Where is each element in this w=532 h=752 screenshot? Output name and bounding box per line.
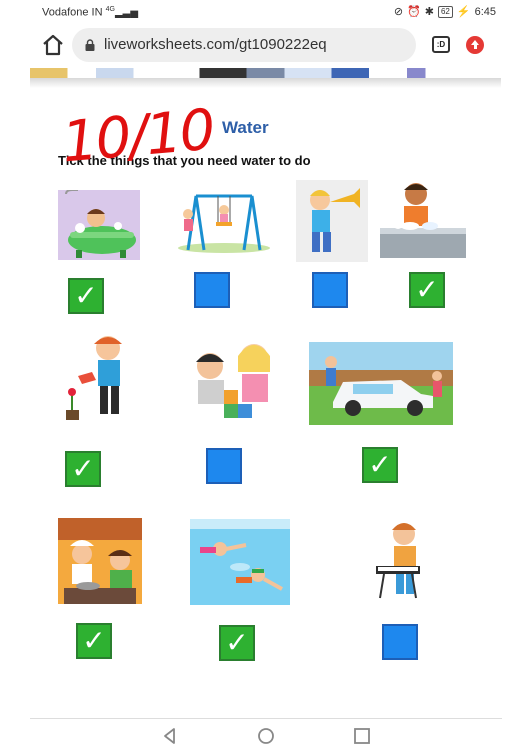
checkmark-icon: ✓	[368, 448, 392, 481]
keyboard-picture	[370, 518, 436, 604]
recents-icon[interactable]	[352, 726, 372, 746]
battery-icon: 62	[437, 5, 453, 18]
charging-icon: ⚡	[456, 6, 471, 18]
checkmark-icon: ✓	[71, 452, 95, 485]
checkbox-swimming[interactable]: ✓	[219, 625, 255, 661]
status-bar: Vodafone IN 4G▂▃▅ ⊘ ⏰ ✱ 62 ⚡ 6:45	[0, 0, 532, 24]
trumpet-picture	[296, 180, 368, 262]
lock-icon	[85, 39, 95, 51]
bluetooth-icon: ✱	[424, 6, 434, 18]
checkbox-bathing[interactable]: ✓	[68, 278, 104, 314]
browser-toolbar: liveworksheets.com/gt1090222eq :D	[0, 24, 532, 68]
swimming-picture	[190, 519, 290, 605]
cooking-picture	[58, 518, 142, 604]
page-title: Water	[222, 118, 269, 137]
car-washing-picture	[309, 342, 453, 425]
data-saver-icon: ⊘	[393, 6, 404, 18]
checkbox-cooking[interactable]: ✓	[76, 623, 112, 659]
home-icon[interactable]	[40, 32, 66, 58]
watering-plants-picture	[62, 332, 142, 426]
checkbox-trumpet[interactable]	[312, 272, 348, 308]
washing-dishes-picture	[376, 180, 470, 260]
checkmark-icon: ✓	[82, 624, 106, 657]
bathing-picture	[58, 190, 140, 260]
back-icon[interactable]	[160, 726, 180, 746]
checkbox-washing-dishes[interactable]: ✓	[409, 272, 445, 308]
address-bar[interactable]: liveworksheets.com/gt1090222eq	[72, 28, 416, 62]
tab-switcher-button[interactable]: :D	[432, 36, 450, 53]
swing-picture	[176, 192, 272, 254]
status-time: 6:45	[474, 5, 496, 18]
divider	[30, 78, 501, 88]
nav-divider	[30, 718, 502, 719]
alarm-icon: ⏰	[407, 6, 421, 18]
checkbox-keyboard[interactable]	[382, 624, 418, 660]
update-icon[interactable]	[466, 36, 484, 54]
checkmark-icon: ✓	[225, 626, 249, 659]
checkbox-watering-plants[interactable]: ✓	[65, 451, 101, 487]
status-icons: ⊘ ⏰ ✱ 62 ⚡ 6:45	[394, 5, 496, 18]
checkbox-swinging[interactable]	[194, 272, 230, 308]
score-overlay: 10/10	[59, 97, 216, 176]
blocks-picture	[186, 338, 282, 422]
signal-icon: ▂▃▅	[114, 7, 139, 19]
url-text: liveworksheets.com/gt1090222eq	[104, 36, 327, 53]
carrier-name: Vodafone IN	[42, 6, 103, 19]
checkbox-car-washing[interactable]: ✓	[362, 447, 398, 483]
checkmark-icon: ✓	[74, 279, 98, 312]
home-nav-icon[interactable]	[256, 726, 276, 746]
network-type: 4G	[105, 6, 115, 13]
scrolled-content-strip	[30, 68, 501, 78]
checkbox-blocks[interactable]	[206, 448, 242, 484]
carrier-label: Vodafone IN 4G▂▃▅	[42, 6, 138, 19]
checkmark-icon: ✓	[415, 273, 439, 306]
